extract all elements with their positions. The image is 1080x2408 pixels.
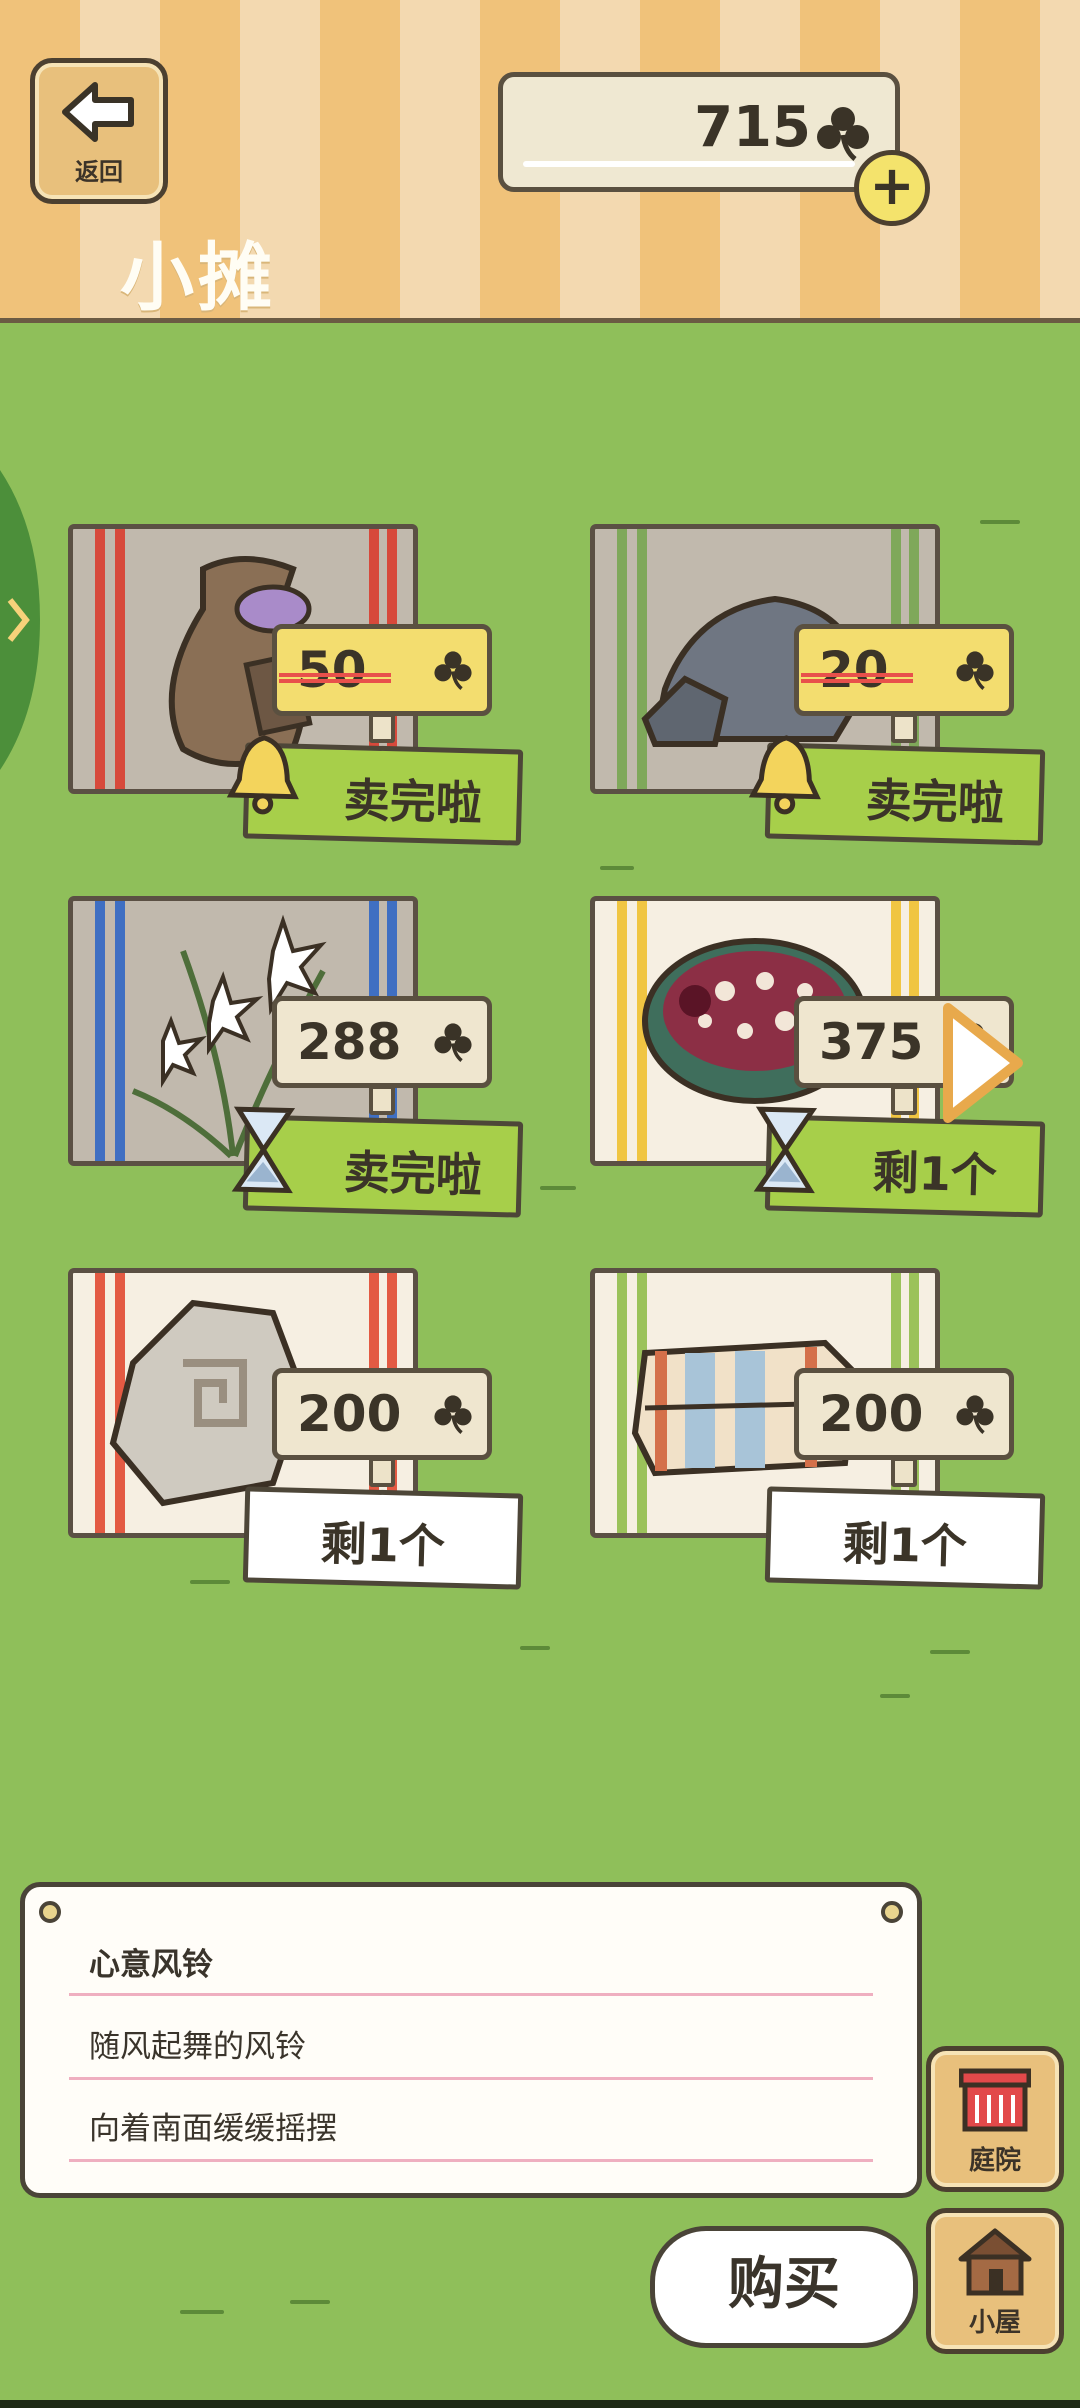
shop-item-card[interactable]: 200 剩1个 — [32, 1268, 592, 1590]
sold-out-label: 卖完啦 — [748, 735, 1046, 846]
price-value: 50 — [279, 641, 391, 699]
back-button[interactable]: 返回 — [30, 58, 168, 204]
rug-stripe — [95, 901, 105, 1161]
tag-pin — [891, 1085, 917, 1115]
hourglass-icon — [231, 1106, 296, 1194]
grass-detail — [930, 1650, 970, 1654]
bell-icon — [226, 735, 299, 815]
stock-label: 剩1个 — [242, 1486, 524, 1590]
price-value: 200 — [297, 1385, 402, 1443]
grass-detail — [290, 2300, 330, 2304]
house-label: 小屋 — [968, 2308, 1021, 2338]
sold-out-label: 卖完啦 — [231, 1106, 524, 1218]
yard-gate-icon — [959, 2068, 1031, 2132]
house-button[interactable]: 小屋 — [926, 2208, 1064, 2354]
tag-pin — [891, 713, 917, 743]
panel-divider — [69, 2159, 873, 2162]
price-value: 200 — [819, 1385, 924, 1443]
status-text: 剩1个 — [842, 1516, 968, 1574]
panel-divider — [69, 2077, 873, 2080]
status-text: 卖完啦 — [865, 772, 1005, 831]
price-tag: 200 — [794, 1368, 1014, 1487]
back-arrow-icon — [62, 82, 134, 142]
stock-label: 剩1个 — [753, 1106, 1046, 1218]
clover-icon — [956, 651, 994, 690]
status-text: 剩1个 — [872, 1145, 998, 1203]
price-value: 20 — [801, 641, 913, 699]
page-title: 小摊 — [120, 235, 276, 321]
shop-item-card[interactable]: 288 卖完啦 — [32, 896, 592, 1218]
tag-pin — [369, 713, 395, 743]
panel-pin — [39, 1901, 61, 1923]
tag-pin — [369, 1085, 395, 1115]
clover-icon — [434, 1023, 472, 1062]
rug-stripe — [617, 529, 627, 789]
hourglass-icon — [753, 1106, 818, 1194]
add-coins-button[interactable]: + — [854, 150, 930, 226]
tag-pin — [369, 1457, 395, 1487]
yard-label: 庭院 — [968, 2146, 1021, 2176]
status-text: 剩1个 — [320, 1516, 446, 1574]
grass-detail — [600, 866, 634, 870]
price-tag: 50 — [272, 624, 492, 743]
grass-detail — [880, 1694, 910, 1698]
back-label: 返回 — [75, 158, 123, 186]
header-bar: 返回 小摊 715 + — [0, 0, 1080, 323]
description-line: 向着南面缓缓摇摆 — [89, 2111, 337, 2147]
house-icon — [958, 2228, 1032, 2296]
bell-icon — [748, 735, 821, 815]
panel-pin — [881, 1901, 903, 1923]
grass-detail — [180, 2310, 224, 2314]
item-name: 心意风铃 — [89, 1947, 213, 1983]
panel-divider — [69, 1993, 873, 1996]
next-page-arrow-icon[interactable] — [938, 998, 1028, 1128]
rug-stripe — [95, 529, 105, 789]
shop-item-card[interactable]: 200 剩1个 — [554, 1268, 1080, 1590]
coin-underline — [523, 161, 855, 167]
status-text: 卖完啦 — [343, 1144, 483, 1203]
price-value: 375 — [819, 1013, 924, 1071]
bottom-bar — [0, 2400, 1080, 2408]
clover-icon — [817, 107, 869, 161]
yard-button[interactable]: 庭院 — [926, 2046, 1064, 2192]
item-description-panel: 心意风铃 随风起舞的风铃 向着南面缓缓摇摆 — [20, 1882, 922, 2198]
price-tag: 200 — [272, 1368, 492, 1487]
tag-pin — [891, 1457, 917, 1487]
rug-stripe — [617, 901, 627, 1161]
sold-out-label: 卖完啦 — [226, 735, 524, 846]
description-line: 随风起舞的风铃 — [89, 2029, 306, 2065]
shop-item-card[interactable]: 50 卖完啦 — [32, 524, 592, 846]
price-tag: 288 — [272, 996, 492, 1115]
stock-label: 剩1个 — [764, 1486, 1046, 1590]
coin-value: 715 — [694, 95, 811, 160]
buy-button[interactable]: 购买 — [650, 2226, 918, 2348]
coin-counter: 715 — [498, 72, 900, 192]
rug-stripe — [115, 529, 125, 789]
grass-detail — [520, 1646, 550, 1650]
clover-icon — [956, 1395, 994, 1434]
status-text: 卖完啦 — [343, 772, 483, 831]
price-value: 288 — [297, 1013, 402, 1071]
clover-icon — [434, 651, 472, 690]
shop-item-card[interactable]: 20 卖完啦 — [554, 524, 1080, 846]
clover-icon — [434, 1395, 472, 1434]
price-tag: 20 — [794, 624, 1014, 743]
